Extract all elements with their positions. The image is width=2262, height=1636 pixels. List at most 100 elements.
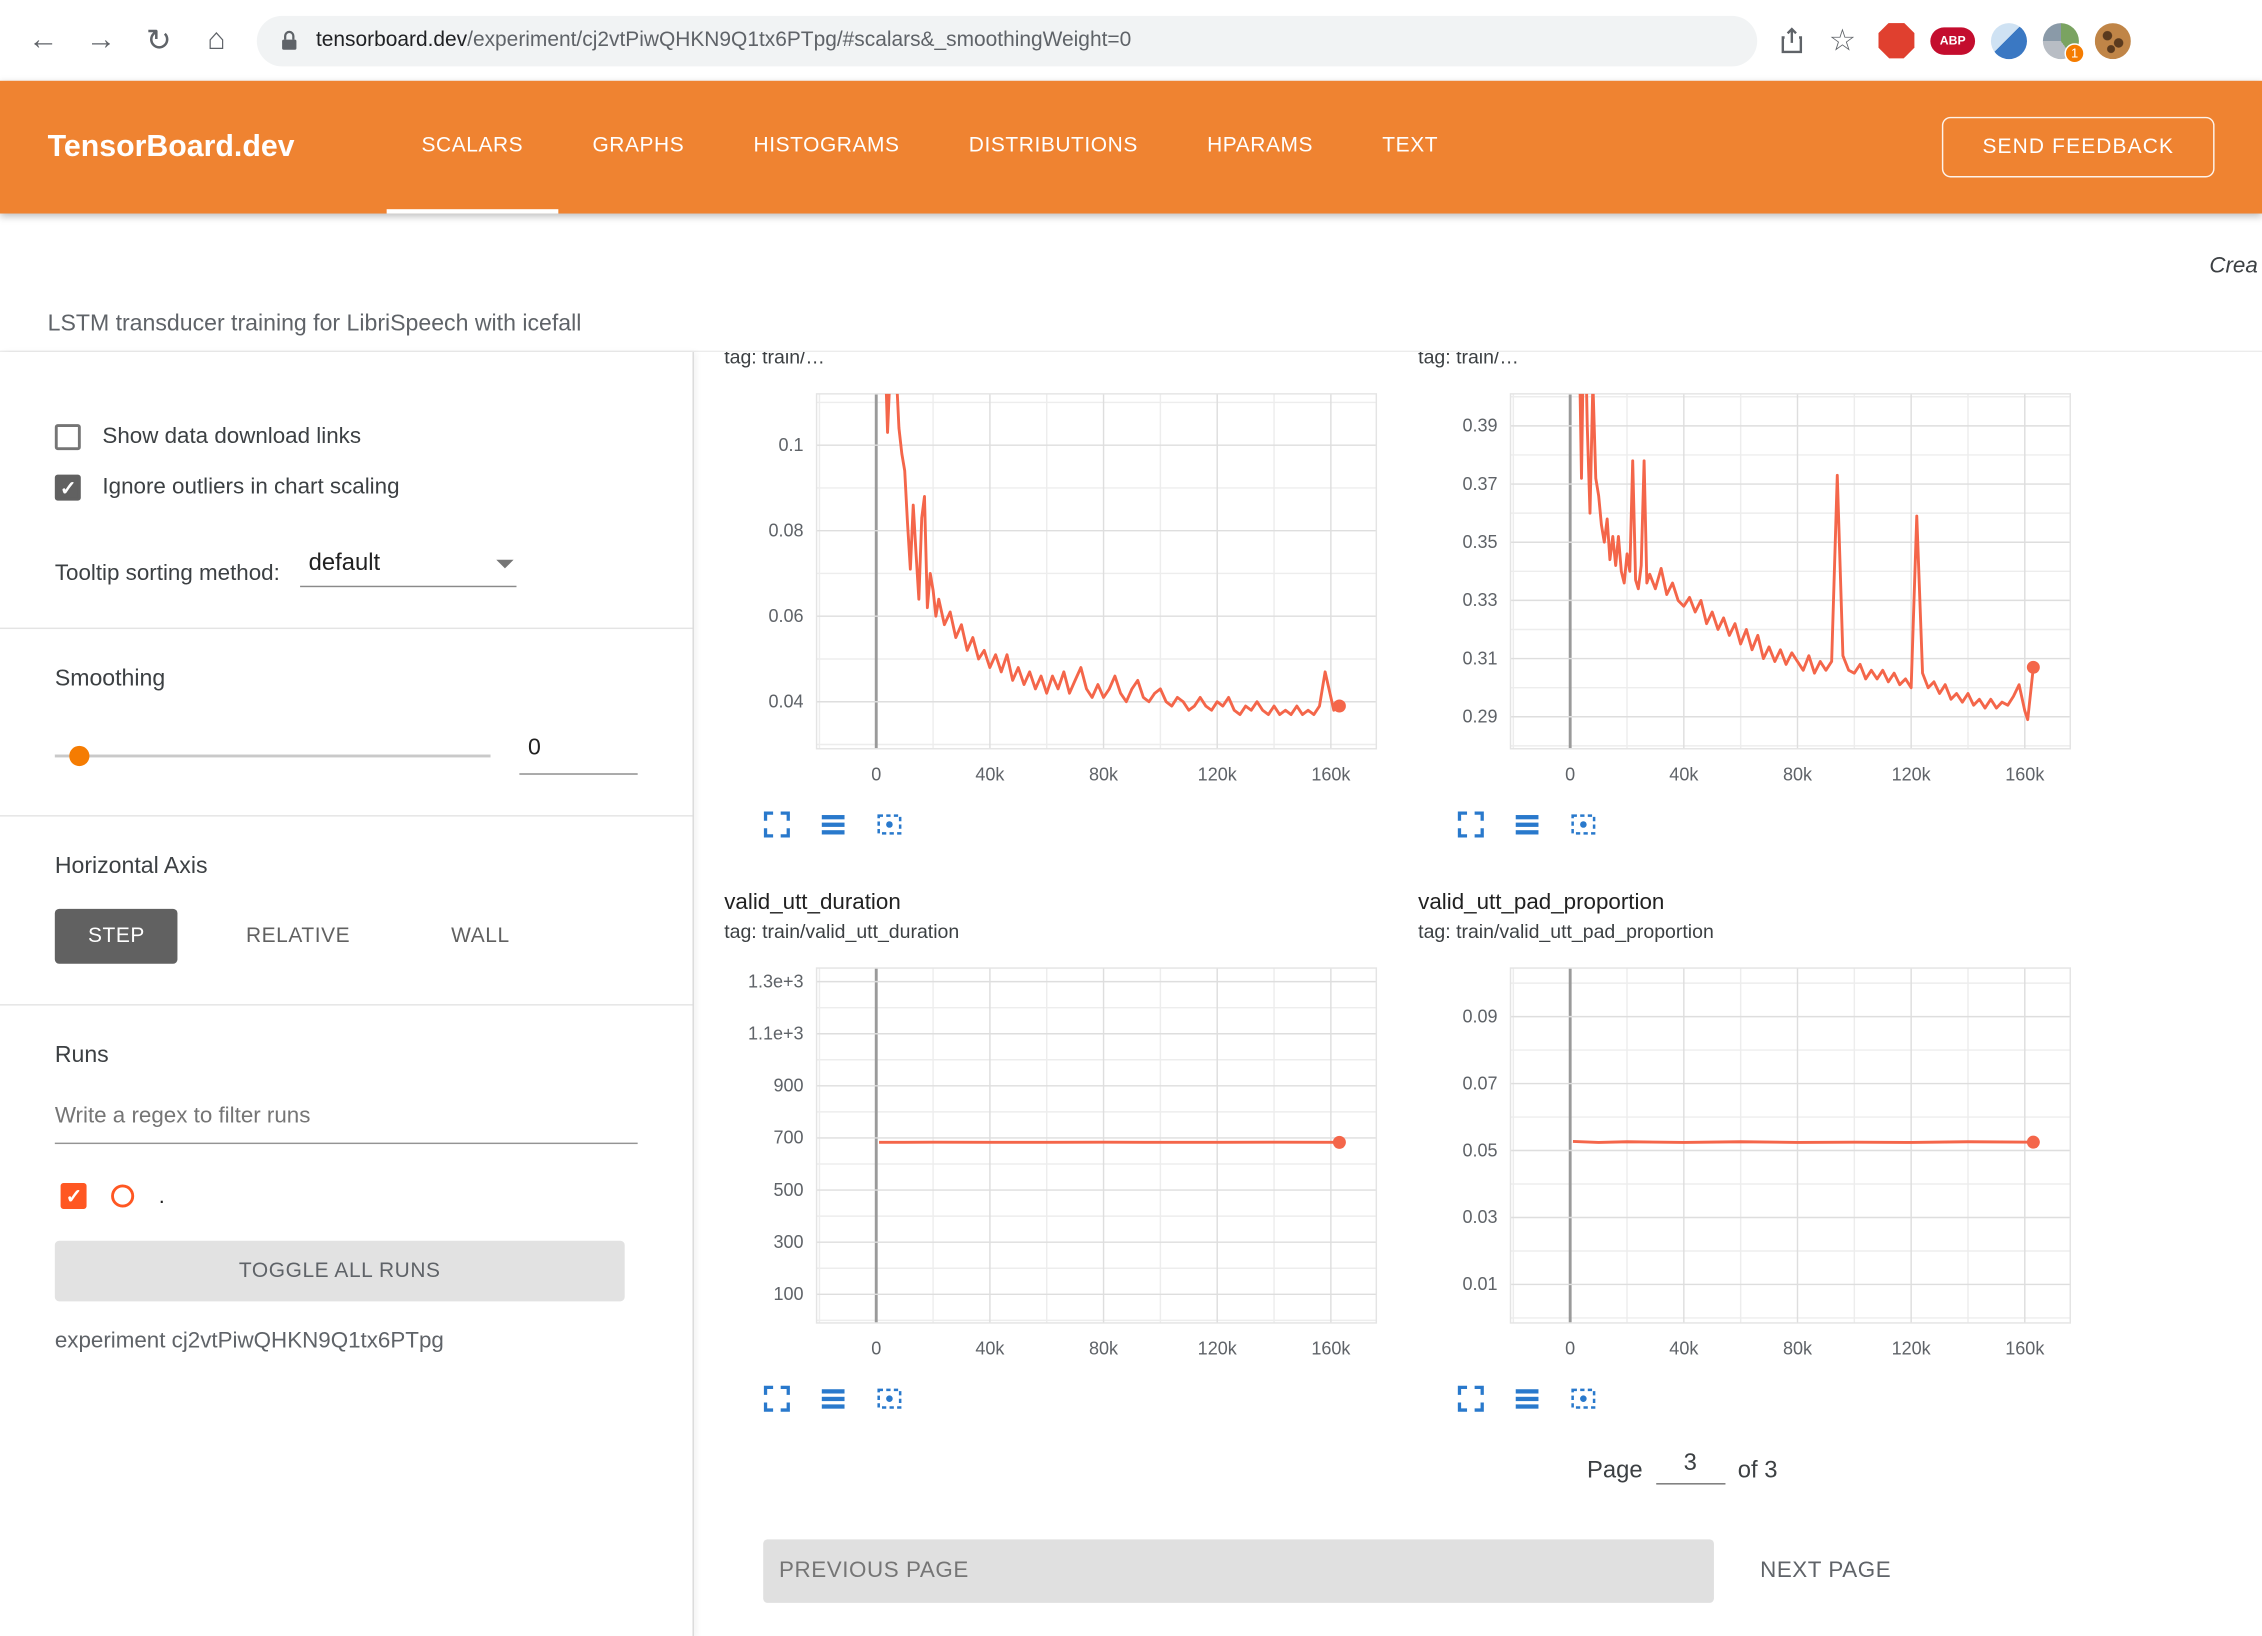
browser-chrome: ← → ↻ ⌂ tensorboard.dev/experiment/cj2vt… bbox=[0, 0, 2262, 81]
main-nav: SCALARS GRAPHS HISTOGRAMS DISTRIBUTIONS … bbox=[387, 81, 1473, 214]
send-feedback-button[interactable]: SEND FEEDBACK bbox=[1942, 117, 2214, 178]
expand-chart-icon[interactable] bbox=[1456, 809, 1486, 839]
settings-sidebar: Show data download links Ignore outliers… bbox=[0, 352, 694, 1636]
axis-relative-button[interactable]: RELATIVE bbox=[213, 909, 384, 964]
run-checkbox[interactable] bbox=[61, 1183, 87, 1209]
bookmark-star-icon[interactable]: ☆ bbox=[1822, 12, 1862, 70]
runs-heading: Runs bbox=[55, 1043, 693, 1069]
tooltip-sorting-select[interactable]: default bbox=[300, 550, 516, 588]
tab-distributions[interactable]: DISTRIBUTIONS bbox=[934, 81, 1172, 214]
svg-text:80k: 80k bbox=[1783, 1339, 1813, 1359]
chart-tag: tag: train/valid_utt_pad_proportion bbox=[1418, 919, 2082, 948]
svg-text:160k: 160k bbox=[1311, 765, 1351, 785]
fit-domain-icon[interactable] bbox=[1568, 1383, 1598, 1413]
horizontal-axis-heading: Horizontal Axis bbox=[55, 854, 693, 880]
svg-text:40k: 40k bbox=[975, 1339, 1005, 1359]
run-color-swatch[interactable] bbox=[111, 1184, 134, 1207]
previous-page-button[interactable]: PREVIOUS PAGE bbox=[763, 1539, 1714, 1602]
line-chart[interactable]: 040k80k120k160k0.290.310.330.350.370.39 bbox=[1418, 374, 2082, 795]
tooltip-sorting-label: Tooltip sorting method: bbox=[55, 561, 280, 587]
page-number-input[interactable]: 3 bbox=[1656, 1450, 1725, 1485]
svg-text:120k: 120k bbox=[1892, 1339, 1932, 1359]
axis-wall-button[interactable]: WALL bbox=[418, 909, 543, 964]
svg-text:900: 900 bbox=[774, 1076, 804, 1096]
expand-chart-icon[interactable] bbox=[762, 1383, 792, 1413]
abp-extension-icon[interactable]: ABP bbox=[1930, 27, 1975, 54]
line-chart[interactable]: 040k80k120k160k0.040.060.080.1 bbox=[724, 374, 1388, 795]
svg-text:0.35: 0.35 bbox=[1462, 532, 1497, 552]
svg-text:160k: 160k bbox=[1311, 1339, 1351, 1359]
browser-window: ← → ↻ ⌂ tensorboard.dev/experiment/cj2vt… bbox=[0, 0, 2262, 1636]
cookie-extension-icon[interactable] bbox=[2095, 22, 2131, 58]
run-row[interactable]: . bbox=[61, 1183, 693, 1209]
forward-icon[interactable]: → bbox=[72, 12, 130, 70]
app-logo[interactable]: TensorBoard.dev bbox=[48, 81, 295, 214]
back-icon[interactable]: ← bbox=[14, 12, 72, 70]
data-table-icon[interactable] bbox=[1512, 809, 1542, 839]
tab-text[interactable]: TEXT bbox=[1348, 81, 1473, 214]
created-text: Crea bbox=[2209, 254, 2257, 280]
smoothing-row: 0 bbox=[55, 736, 638, 775]
tab-graphs[interactable]: GRAPHS bbox=[558, 81, 719, 214]
svg-text:0.33: 0.33 bbox=[1462, 590, 1497, 610]
svg-text:0: 0 bbox=[1565, 765, 1575, 785]
url-bar[interactable]: tensorboard.dev/experiment/cj2vtPiwQHKN9… bbox=[257, 15, 1757, 65]
svg-text:40k: 40k bbox=[1669, 1339, 1699, 1359]
fit-domain-icon[interactable] bbox=[1568, 809, 1598, 839]
chart-card: tag: train/… 040k80k120k160k0.040.060.08… bbox=[724, 352, 1388, 853]
adblock-extension-icon[interactable] bbox=[1878, 22, 1914, 58]
home-icon[interactable]: ⌂ bbox=[188, 12, 246, 70]
fit-domain-icon[interactable] bbox=[874, 809, 904, 839]
svg-text:1.3e+3: 1.3e+3 bbox=[748, 971, 804, 991]
chart-tag: tag: train/valid_utt_duration bbox=[724, 919, 1388, 948]
svg-text:160k: 160k bbox=[2005, 765, 2045, 785]
svg-text:0.39: 0.39 bbox=[1462, 416, 1497, 436]
charts-main: tag: train/… 040k80k120k160k0.040.060.08… bbox=[694, 352, 2262, 1636]
expand-chart-icon[interactable] bbox=[1456, 1383, 1486, 1413]
smoothing-slider[interactable] bbox=[55, 754, 491, 757]
blue-extension-icon[interactable] bbox=[1991, 22, 2027, 58]
svg-text:0.03: 0.03 bbox=[1462, 1207, 1497, 1227]
ignore-outliers-checkbox[interactable] bbox=[55, 475, 81, 501]
reload-icon[interactable]: ↻ bbox=[130, 12, 188, 70]
profile-avatar-icon[interactable]: 1 bbox=[2043, 22, 2079, 58]
fit-domain-icon[interactable] bbox=[874, 1383, 904, 1413]
axis-step-button[interactable]: STEP bbox=[55, 909, 178, 964]
runs-filter-wrap bbox=[55, 1104, 638, 1144]
data-table-icon[interactable] bbox=[1512, 1383, 1542, 1413]
smoothing-value-input[interactable]: 0 bbox=[519, 736, 637, 775]
svg-text:80k: 80k bbox=[1089, 765, 1119, 785]
show-download-links-row[interactable]: Show data download links bbox=[55, 424, 693, 450]
chart-card: tag: train/… 040k80k120k160k0.290.310.33… bbox=[1418, 352, 2082, 853]
svg-text:500: 500 bbox=[774, 1180, 804, 1200]
svg-text:300: 300 bbox=[774, 1232, 804, 1252]
toggle-all-runs-button[interactable]: TOGGLE ALL RUNS bbox=[55, 1241, 625, 1302]
chart-tag: tag: train/… bbox=[724, 352, 1388, 374]
lock-icon bbox=[277, 28, 302, 53]
show-download-links-checkbox[interactable] bbox=[55, 424, 81, 450]
svg-text:0.05: 0.05 bbox=[1462, 1140, 1497, 1160]
expand-chart-icon[interactable] bbox=[762, 809, 792, 839]
tab-histograms[interactable]: HISTOGRAMS bbox=[719, 81, 934, 214]
divider bbox=[0, 628, 692, 629]
line-chart[interactable]: 040k80k120k160k1003005007009001.1e+31.3e… bbox=[724, 948, 1388, 1369]
tab-scalars[interactable]: SCALARS bbox=[387, 81, 558, 214]
tab-hparams[interactable]: HPARAMS bbox=[1172, 81, 1347, 214]
next-page-button[interactable]: NEXT PAGE bbox=[1746, 1539, 1906, 1602]
tooltip-sorting-row: Tooltip sorting method: default bbox=[55, 550, 693, 588]
line-chart[interactable]: 040k80k120k160k0.010.030.050.070.09 bbox=[1418, 948, 2082, 1369]
ignore-outliers-label: Ignore outliers in chart scaling bbox=[102, 475, 399, 501]
content-area: Show data download links Ignore outliers… bbox=[0, 351, 2262, 1636]
smoothing-heading: Smoothing bbox=[55, 667, 693, 693]
smoothing-slider-thumb[interactable] bbox=[69, 745, 89, 765]
ignore-outliers-row[interactable]: Ignore outliers in chart scaling bbox=[55, 475, 693, 501]
data-table-icon[interactable] bbox=[818, 1383, 848, 1413]
runs-filter-input[interactable] bbox=[55, 1104, 638, 1130]
svg-text:0.06: 0.06 bbox=[769, 606, 804, 626]
share-icon[interactable] bbox=[1777, 25, 1806, 55]
show-download-links-label: Show data download links bbox=[102, 424, 361, 450]
svg-text:0: 0 bbox=[871, 765, 881, 785]
run-name: . bbox=[159, 1184, 165, 1209]
svg-text:0.01: 0.01 bbox=[1462, 1274, 1497, 1294]
data-table-icon[interactable] bbox=[818, 809, 848, 839]
